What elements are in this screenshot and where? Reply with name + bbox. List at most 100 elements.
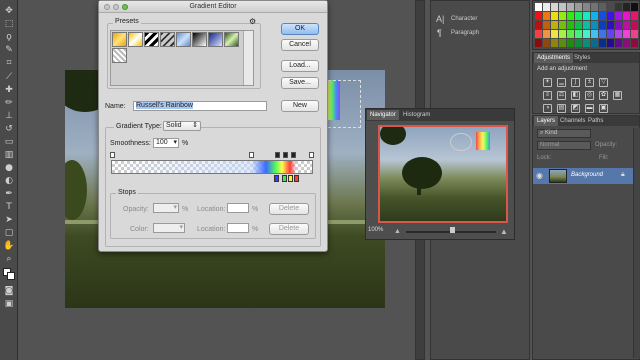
delete-opacity-stop-button[interactable]: Delete [269, 203, 309, 215]
opacity-location-input[interactable] [227, 203, 249, 213]
stop-opacity-input[interactable]: ▾ [153, 203, 179, 213]
smoothness-input[interactable]: 100 ▾ [153, 138, 179, 148]
color-swatch-cell[interactable] [599, 30, 606, 38]
shape-tool-icon[interactable]: ▢ [3, 228, 15, 239]
blur-tool-icon[interactable]: ● [3, 163, 15, 174]
color-swatch-cell[interactable] [599, 12, 606, 20]
type-tool-icon[interactable]: T [3, 202, 15, 213]
color-swatch-cell[interactable] [567, 39, 574, 47]
channel-mixer-icon[interactable]: ✿ [599, 91, 608, 100]
hand-tool-icon[interactable]: ✋ [3, 241, 15, 252]
color-location-input[interactable] [227, 223, 249, 233]
color-swatch-cell[interactable] [599, 3, 606, 11]
color-swatch-cell[interactable] [559, 3, 566, 11]
cancel-button[interactable]: Cancel [281, 39, 319, 51]
color-swatch-cell[interactable] [567, 21, 574, 29]
color-swatch-cell[interactable] [551, 39, 558, 47]
color-swatch-cell[interactable] [631, 12, 638, 20]
opacity-stop[interactable] [110, 152, 115, 158]
paragraph-panel-icon[interactable]: ¶ [437, 28, 442, 38]
color-swatch-cell[interactable] [583, 39, 590, 47]
color-swatch-cell[interactable] [543, 30, 550, 38]
preset-swatch[interactable] [128, 32, 143, 47]
color-swatch-cell[interactable] [631, 3, 638, 11]
paragraph-panel-label[interactable]: Paragraph [451, 30, 479, 36]
color-swatch-cell[interactable] [591, 21, 598, 29]
color-swatch-cell[interactable] [559, 39, 566, 47]
preset-swatch[interactable] [112, 32, 127, 47]
selective-color-icon[interactable]: ▣ [599, 104, 608, 113]
tab-layers[interactable]: Layers [534, 116, 559, 126]
color-swatch-cell[interactable] [535, 39, 542, 47]
color-swatch-cell[interactable] [559, 21, 566, 29]
color-swatch-cell[interactable] [551, 21, 558, 29]
color-swatch-cell[interactable] [575, 30, 582, 38]
color-swatch-cell[interactable] [583, 21, 590, 29]
character-panel-label[interactable]: Character [451, 16, 477, 22]
color-swatch-cell[interactable] [567, 12, 574, 20]
load-button[interactable]: Load... [281, 60, 319, 72]
color-swatch-cell[interactable] [615, 3, 622, 11]
levels-icon[interactable]: ▁ [557, 78, 566, 87]
vibrance-icon[interactable]: ▽ [599, 78, 608, 87]
lasso-tool-icon[interactable]: ϙ [3, 32, 15, 43]
hue-saturation-icon[interactable]: ≡ [543, 91, 552, 100]
tab-styles[interactable]: Styles [571, 53, 593, 63]
color-swatch-cell[interactable] [535, 21, 542, 29]
color-swatch-cell[interactable] [535, 12, 542, 20]
color-stop[interactable] [288, 175, 293, 182]
color-swatch-cell[interactable] [623, 12, 630, 20]
color-swatch-cell[interactable] [583, 3, 590, 11]
color-swatch-cell[interactable] [591, 39, 598, 47]
color-swatch-cell[interactable] [607, 21, 614, 29]
blend-mode-select[interactable]: Normal [537, 141, 591, 150]
color-swatch-cell[interactable] [623, 3, 630, 11]
color-stop[interactable] [274, 175, 279, 182]
delete-color-stop-button[interactable]: Delete [269, 223, 309, 235]
healing-tool-icon[interactable]: ✚ [3, 85, 15, 96]
tab-histogram[interactable]: Histogram [400, 110, 433, 120]
eyedropper-tool-icon[interactable]: ⟋ [3, 72, 15, 83]
character-panel-icon[interactable]: A| [436, 14, 444, 24]
minimize-window-icon[interactable] [113, 4, 119, 10]
quick-select-tool-icon[interactable]: ✎ [3, 45, 15, 56]
preset-swatch[interactable] [208, 32, 223, 47]
color-swatch-cell[interactable] [575, 39, 582, 47]
color-swatch-cell[interactable] [543, 3, 550, 11]
zoom-tool-icon[interactable]: ⌕ [3, 254, 15, 265]
color-swatch-cell[interactable] [607, 3, 614, 11]
opacity-stop[interactable] [309, 152, 314, 158]
color-swatch-cell[interactable] [543, 21, 550, 29]
brightness-icon[interactable]: ☀ [543, 78, 552, 87]
color-swatch-cell[interactable] [599, 21, 606, 29]
layer-row-background[interactable]: ◉ Background 🔒︎ [533, 168, 639, 184]
preset-swatch[interactable] [112, 48, 127, 63]
color-swatch-cell[interactable] [615, 21, 622, 29]
color-swatch-cell[interactable] [543, 39, 550, 47]
opacity-stop[interactable] [291, 152, 296, 158]
crop-tool-icon[interactable]: ⌗ [3, 58, 15, 69]
tab-navigator[interactable]: Navigator [367, 110, 399, 120]
color-swatch-cell[interactable] [575, 3, 582, 11]
color-swatch-cell[interactable] [631, 30, 638, 38]
pen-tool-icon[interactable]: ✒ [3, 189, 15, 200]
color-swatch-cell[interactable] [607, 12, 614, 20]
history-brush-tool-icon[interactable]: ↺ [3, 124, 15, 135]
posterize-icon[interactable]: ▤ [557, 104, 566, 113]
color-swatch-cell[interactable] [559, 12, 566, 20]
brush-tool-icon[interactable]: ✏ [3, 98, 15, 109]
color-swatch-cell[interactable] [607, 39, 614, 47]
color-swatch-cell[interactable] [583, 30, 590, 38]
navigator-zoom-value[interactable]: 100% [368, 227, 383, 233]
color-swatch-cell[interactable] [551, 3, 558, 11]
eraser-tool-icon[interactable]: ▭ [3, 137, 15, 148]
color-stop[interactable] [282, 175, 287, 182]
color-lookup-icon[interactable]: ▦ [613, 91, 622, 100]
quick-mask-icon[interactable]: ◙ [3, 286, 15, 297]
gradient-type-select[interactable]: Solid ⇕ [163, 121, 201, 131]
preset-swatch[interactable] [160, 32, 175, 47]
threshold-icon[interactable]: ◩ [571, 104, 580, 113]
gradient-tool-icon[interactable]: ▥ [3, 150, 15, 161]
color-swatch-cell[interactable] [615, 30, 622, 38]
swatches-grid[interactable] [535, 3, 639, 49]
